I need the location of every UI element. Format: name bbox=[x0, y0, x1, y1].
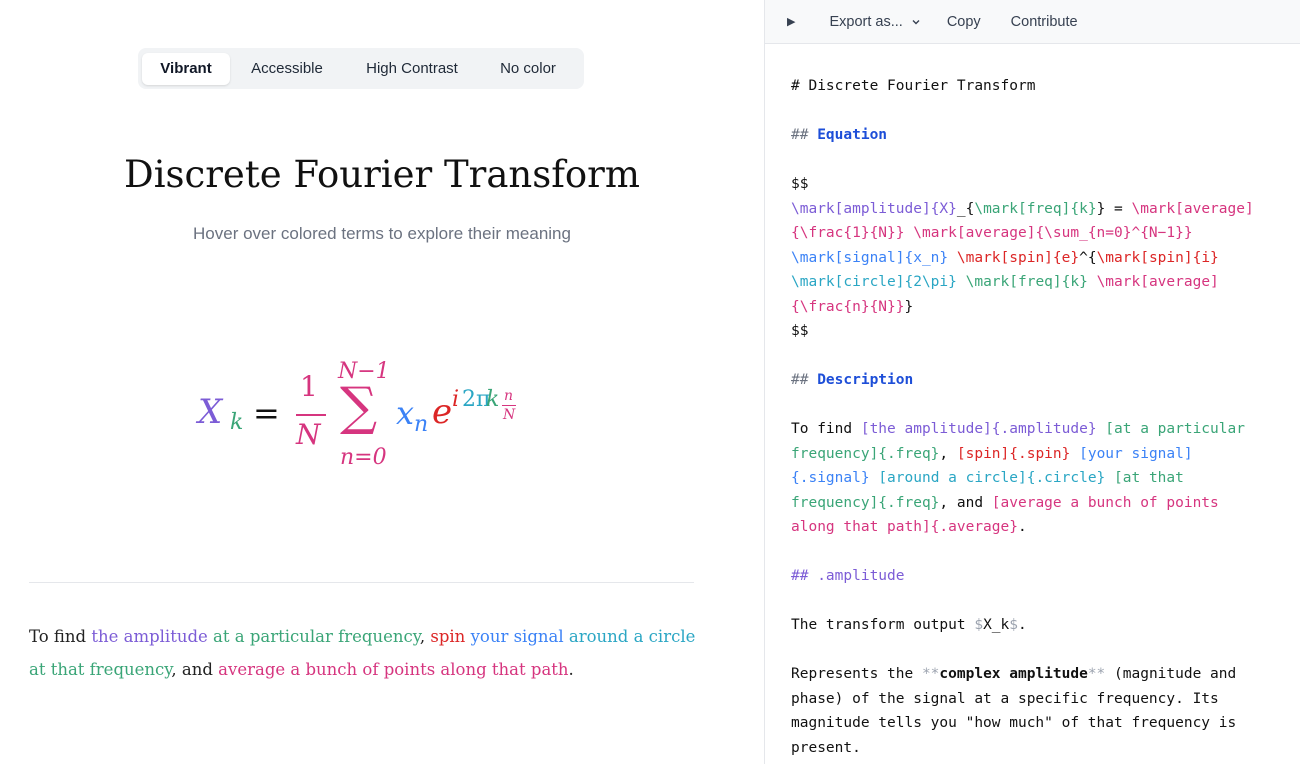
eq-frac-bar bbox=[296, 414, 326, 416]
scheme-no-color-button[interactable]: No color bbox=[480, 53, 576, 85]
code-line: ## .amplitude bbox=[791, 568, 905, 584]
desc-text: , and bbox=[171, 660, 219, 679]
desc-term-freq[interactable]: at that frequency bbox=[29, 660, 171, 679]
page-subtitle: Hover over colored terms to explore thei… bbox=[193, 224, 571, 243]
desc-term-spin[interactable]: spin bbox=[430, 627, 465, 646]
code-line: To find [the amplitude]{.amplitude} [at … bbox=[791, 421, 1245, 437]
code-line: $$ bbox=[791, 176, 809, 192]
desc-term-average[interactable]: average a bunch of points along that pat… bbox=[218, 660, 568, 679]
code-line: Represents the **complex amplitude** (ma… bbox=[791, 666, 1237, 682]
code-line: \mark[amplitude]{X}_{\mark[freq]{k}} = \… bbox=[791, 200, 1254, 217]
scheme-accessible-button[interactable]: Accessible bbox=[230, 53, 344, 85]
scheme-vibrant-button[interactable]: Vibrant bbox=[142, 52, 230, 85]
desc-term-amplitude[interactable]: the amplitude bbox=[91, 627, 207, 646]
desc-term-circle[interactable]: around a circle bbox=[569, 627, 696, 646]
eq-equals: = bbox=[253, 394, 280, 432]
code-line: # Discrete Fourier Transform bbox=[791, 78, 1036, 94]
code-line: {\frac{1}{N}} \mark[average]{\sum_{n=0}^… bbox=[791, 225, 1193, 241]
equation-description: To find the amplitude at a particular fr… bbox=[29, 620, 709, 686]
dft-equation: X k = 1 N N−1 ∑ n=0 x n e i 2π k n N bbox=[190, 355, 550, 475]
code-line: frequency]{.freq}, and [average a bunch … bbox=[791, 494, 1219, 511]
code-line: present. bbox=[791, 739, 861, 756]
code-line: {.signal} [around a circle]{.circle} [at… bbox=[791, 470, 1184, 486]
export-label: Export as... bbox=[829, 13, 903, 30]
color-scheme-selector: Vibrant Accessible High Contrast No colo… bbox=[138, 48, 584, 89]
code-line: frequency]{.freq}, [spin]{.spin} [your s… bbox=[791, 445, 1193, 462]
code-line: The transform output $X_k$. bbox=[791, 617, 1027, 633]
eq-exp-frac-bar bbox=[502, 405, 516, 406]
code-line: magnitude tells you "how much" of that f… bbox=[791, 715, 1237, 731]
chevron-down-icon bbox=[912, 19, 920, 24]
eq-exp-frac-n[interactable]: n bbox=[504, 389, 513, 403]
source-toolbar: ▶ Export as... Copy Contribute bbox=[765, 0, 1300, 44]
copy-button[interactable]: Copy bbox=[947, 14, 981, 30]
code-line: \mark[signal]{x_n} \mark[spin]{e}^{\mark… bbox=[791, 249, 1219, 266]
play-icon[interactable]: ▶ bbox=[787, 15, 795, 28]
desc-text: . bbox=[568, 660, 574, 679]
eq-freq-k-exp[interactable]: k bbox=[486, 389, 499, 411]
eq-spin-e[interactable]: e bbox=[432, 395, 452, 429]
scheme-high-contrast-button[interactable]: High Contrast bbox=[344, 53, 480, 85]
eq-spin-i[interactable]: i bbox=[452, 389, 459, 411]
code-line: phase) of the signal at a specific frequ… bbox=[791, 690, 1219, 707]
markdown-source[interactable]: # Discrete Fourier Transform​## Equation… bbox=[791, 74, 1291, 760]
eq-freq-k[interactable]: k bbox=[230, 412, 243, 434]
eq-sum-lower[interactable]: n=0 bbox=[340, 447, 387, 469]
preview-panel: Vibrant Accessible High Contrast No colo… bbox=[0, 0, 764, 764]
desc-text: , bbox=[419, 627, 431, 646]
contribute-button[interactable]: Contribute bbox=[1011, 14, 1078, 30]
eq-amplitude-X[interactable]: X bbox=[198, 395, 222, 429]
code-line: $$ bbox=[791, 323, 809, 339]
desc-term-signal[interactable]: your signal bbox=[471, 627, 564, 646]
code-line: \mark[circle]{2\pi} \mark[freq]{k} \mark… bbox=[791, 274, 1219, 290]
page-title: Discrete Fourier Transform bbox=[124, 153, 640, 196]
eq-signal-x[interactable]: x bbox=[396, 397, 414, 429]
section-divider bbox=[29, 582, 694, 583]
export-button[interactable]: Export as... bbox=[829, 14, 920, 30]
code-line: ## Equation bbox=[791, 127, 888, 143]
code-line: along that path]{.average}. bbox=[791, 519, 1027, 535]
code-line: {\frac{n}{N}}} bbox=[791, 298, 914, 315]
eq-sum-symbol[interactable]: ∑ bbox=[340, 381, 377, 433]
source-panel: ▶ Export as... Copy Contribute # Discret… bbox=[764, 0, 1300, 764]
eq-signal-n[interactable]: n bbox=[414, 414, 428, 436]
eq-exp-frac-N[interactable]: N bbox=[503, 408, 515, 422]
code-line: ## Description bbox=[791, 372, 914, 388]
desc-text: To find bbox=[29, 627, 92, 646]
desc-term-freq[interactable]: at a particular frequency bbox=[213, 627, 420, 646]
eq-frac-N[interactable]: N bbox=[296, 421, 321, 449]
eq-frac-one[interactable]: 1 bbox=[300, 373, 318, 401]
